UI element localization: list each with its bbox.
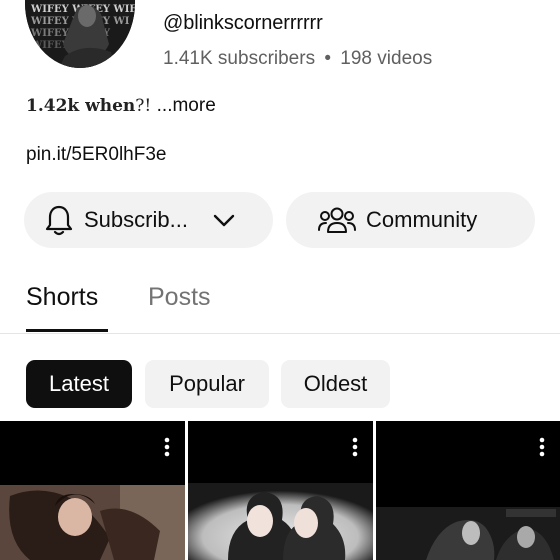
short-thumbnail-image [188, 421, 373, 560]
more-vert-icon[interactable] [352, 437, 358, 462]
description-bold-text: 1.42k when [26, 96, 136, 116]
community-button[interactable]: Community [286, 192, 535, 248]
channel-handle: @blinkscornerrrrrr [163, 12, 323, 34]
filter-chip-popular[interactable]: Popular [145, 360, 269, 408]
subscribed-label: Subscrib... [84, 207, 188, 232]
stats-separator: • [324, 48, 332, 69]
more-link[interactable]: ...more [157, 95, 216, 116]
channel-description[interactable]: 1.42k when?! ...more [26, 95, 216, 117]
short-thumbnail-3[interactable] [376, 421, 560, 560]
tab-selected-indicator [26, 329, 108, 332]
tab-shorts[interactable]: Shorts [26, 283, 98, 312]
description-text: ?! [135, 96, 157, 116]
subscriber-count: 1.41K subscribers [163, 48, 316, 69]
channel-stats: 1.41K subscribers • 198 videos [163, 48, 432, 70]
tab-divider [0, 333, 560, 334]
tab-posts[interactable]: Posts [148, 283, 211, 312]
filter-chip-latest[interactable]: Latest [26, 360, 132, 408]
more-vert-icon[interactable] [539, 437, 545, 462]
more-vert-icon[interactable] [164, 437, 170, 462]
people-icon [318, 205, 356, 235]
short-thumbnail-1[interactable] [0, 421, 185, 560]
avatar-image: WIFEY WIFEY WIFEY WIFEY WIFEY WI WIFEY W… [25, 0, 135, 68]
bell-icon [44, 204, 74, 236]
video-count: 198 videos [340, 48, 433, 69]
short-thumbnail-image [0, 421, 185, 560]
chevron-down-icon [212, 212, 236, 228]
subscribed-button[interactable]: Subscrib... [24, 192, 273, 248]
short-thumbnail-image [376, 421, 560, 560]
channel-link[interactable]: pin.it/5ER0lhF3e [26, 144, 166, 166]
channel-avatar[interactable]: WIFEY WIFEY WIFEY WIFEY WIFEY WI WIFEY W… [25, 0, 135, 68]
short-thumbnail-2[interactable] [188, 421, 373, 560]
community-label: Community [366, 207, 478, 232]
filter-chip-oldest[interactable]: Oldest [281, 360, 390, 408]
